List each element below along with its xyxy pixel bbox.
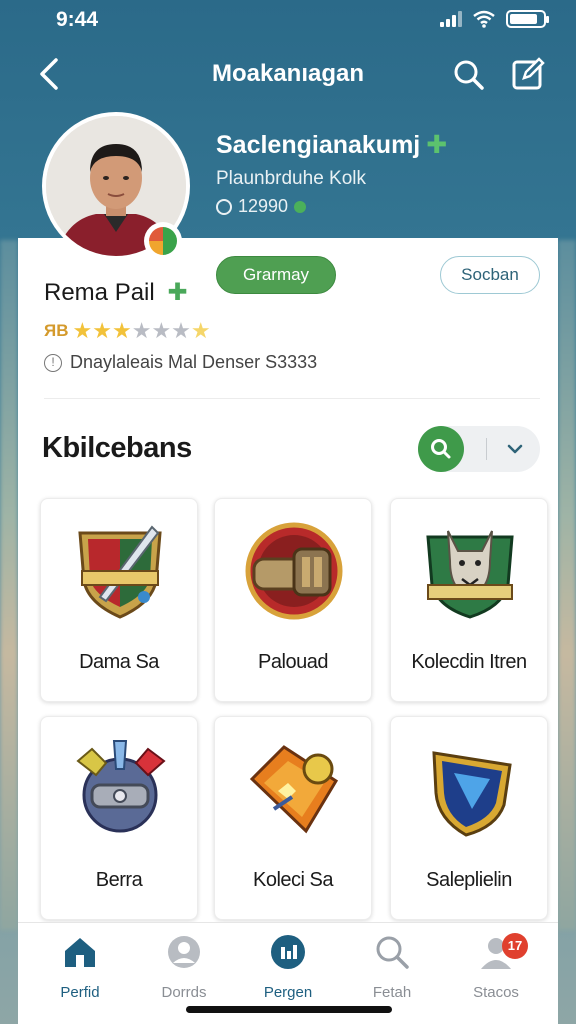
nav-label: Perfid <box>60 984 100 1001</box>
nav-item-perfid[interactable]: Perfid <box>30 933 130 1003</box>
app-header: Moakanıagan <box>18 48 558 104</box>
section-title: Kbilcebans <box>42 432 192 464</box>
profile-display-name: Saclengianakumj ✚ <box>216 131 448 159</box>
star-icon: ★ <box>111 318 132 343</box>
gauntlet-emblem-icon <box>245 522 343 620</box>
divider <box>44 398 540 399</box>
sun-banner-icon <box>249 745 339 834</box>
collection-item[interactable]: Koleci Sa <box>214 716 372 920</box>
nav-label: Pergen <box>263 984 313 1001</box>
search-icon <box>431 439 451 459</box>
points-status-dot <box>294 200 307 213</box>
collection-item[interactable]: Palouad <box>214 498 372 702</box>
nav-item-pergen[interactable]: Pergen <box>238 933 338 1003</box>
collection-item[interactable]: Berra <box>40 716 198 920</box>
collection-item[interactable]: Dama Sa <box>40 498 198 702</box>
background-band-left <box>0 240 18 930</box>
edit-button[interactable] <box>510 56 546 92</box>
battery-icon <box>506 10 549 28</box>
edit-icon <box>512 57 545 90</box>
collection-item[interactable]: Saleplielin <box>390 716 548 920</box>
status-icons <box>440 10 549 28</box>
info-icon: ! <box>44 353 62 372</box>
status-time: 9:44 <box>56 8 99 31</box>
stats-icon <box>271 935 305 969</box>
home-icon <box>65 938 95 967</box>
profile-points: 12990 <box>216 196 307 217</box>
profile-circle-icon <box>168 936 200 968</box>
nav-item-fetah[interactable]: Fetah <box>342 933 442 1003</box>
star-icon: ★ <box>171 318 191 343</box>
secondary-button[interactable]: Socban <box>440 256 540 294</box>
wolf-crest-icon <box>426 530 514 619</box>
status-bar: 9:44 <box>0 0 576 40</box>
shield-sword-icon <box>78 525 162 619</box>
filter-control[interactable] <box>418 426 540 472</box>
signal-icon <box>440 11 462 27</box>
star-icon: ★ <box>72 318 93 343</box>
search-icon <box>376 936 409 969</box>
collection-item-label: Koleci Sa <box>253 869 334 891</box>
verified-icon: ✚ <box>160 279 188 306</box>
background-band-right <box>558 240 576 930</box>
collection-item-label: Palouad <box>258 651 328 673</box>
nav-label: Dorrds <box>161 984 207 1001</box>
user-name: Rema Pail ✚ <box>44 279 188 306</box>
rating-prefix: ЯB <box>44 321 69 340</box>
collection-item-label: Dama Sa <box>79 651 159 673</box>
info-line: ! Dnaylaleais Mal Denser S3333 <box>44 352 317 373</box>
filter-dropdown-button[interactable] <box>504 438 526 460</box>
primary-button[interactable]: Grarmay <box>216 256 336 294</box>
battery-fill <box>510 14 538 24</box>
avatar-status-badge <box>144 222 182 260</box>
rating-stars: ★★★★★★★ <box>73 318 211 344</box>
chevron-down-icon <box>507 444 523 454</box>
star-icon: ★ <box>92 318 112 343</box>
collection-item[interactable]: Kolecdin Itren <box>390 498 548 702</box>
filter-search-button[interactable] <box>418 426 464 472</box>
blue-shield-icon <box>432 751 512 837</box>
filter-divider <box>486 438 487 460</box>
nav-item-stacos[interactable]: 17 Stacos <box>446 933 546 1003</box>
search-icon <box>454 60 484 90</box>
points-icon <box>216 198 232 215</box>
search-button[interactable] <box>452 58 488 94</box>
profile-header: Saclengianakumj ✚ Plaunbrduhe Kolk 12990 <box>18 112 558 260</box>
star-icon: ★ <box>190 318 211 343</box>
nav-label: Fetah <box>372 984 412 1001</box>
verified-icon: ✚ <box>426 131 448 159</box>
wifi-icon <box>473 10 495 28</box>
notification-badge: 17 <box>502 933 528 959</box>
collection-item-label: Berra <box>95 869 143 891</box>
rating: ЯB ★★★★★★★ <box>44 318 211 344</box>
profile-card: Grarmay Socban Rema Pail ✚ ЯB ★★★★★★★ ! … <box>18 238 558 1024</box>
collection-item-label: Saleplielin <box>426 869 512 891</box>
home-indicator[interactable] <box>186 1006 392 1013</box>
star-icon: ★ <box>151 318 172 343</box>
collection-item-label: Kolecdin Itren <box>411 651 527 673</box>
star-icon: ★ <box>131 318 152 343</box>
nav-label: Stacos <box>473 984 519 1001</box>
nav-item-dorrds[interactable]: Dorrds <box>134 933 234 1003</box>
crystal-mace-icon <box>76 740 166 833</box>
profile-subtitle: Plaunbrduhe Kolk <box>216 168 366 189</box>
